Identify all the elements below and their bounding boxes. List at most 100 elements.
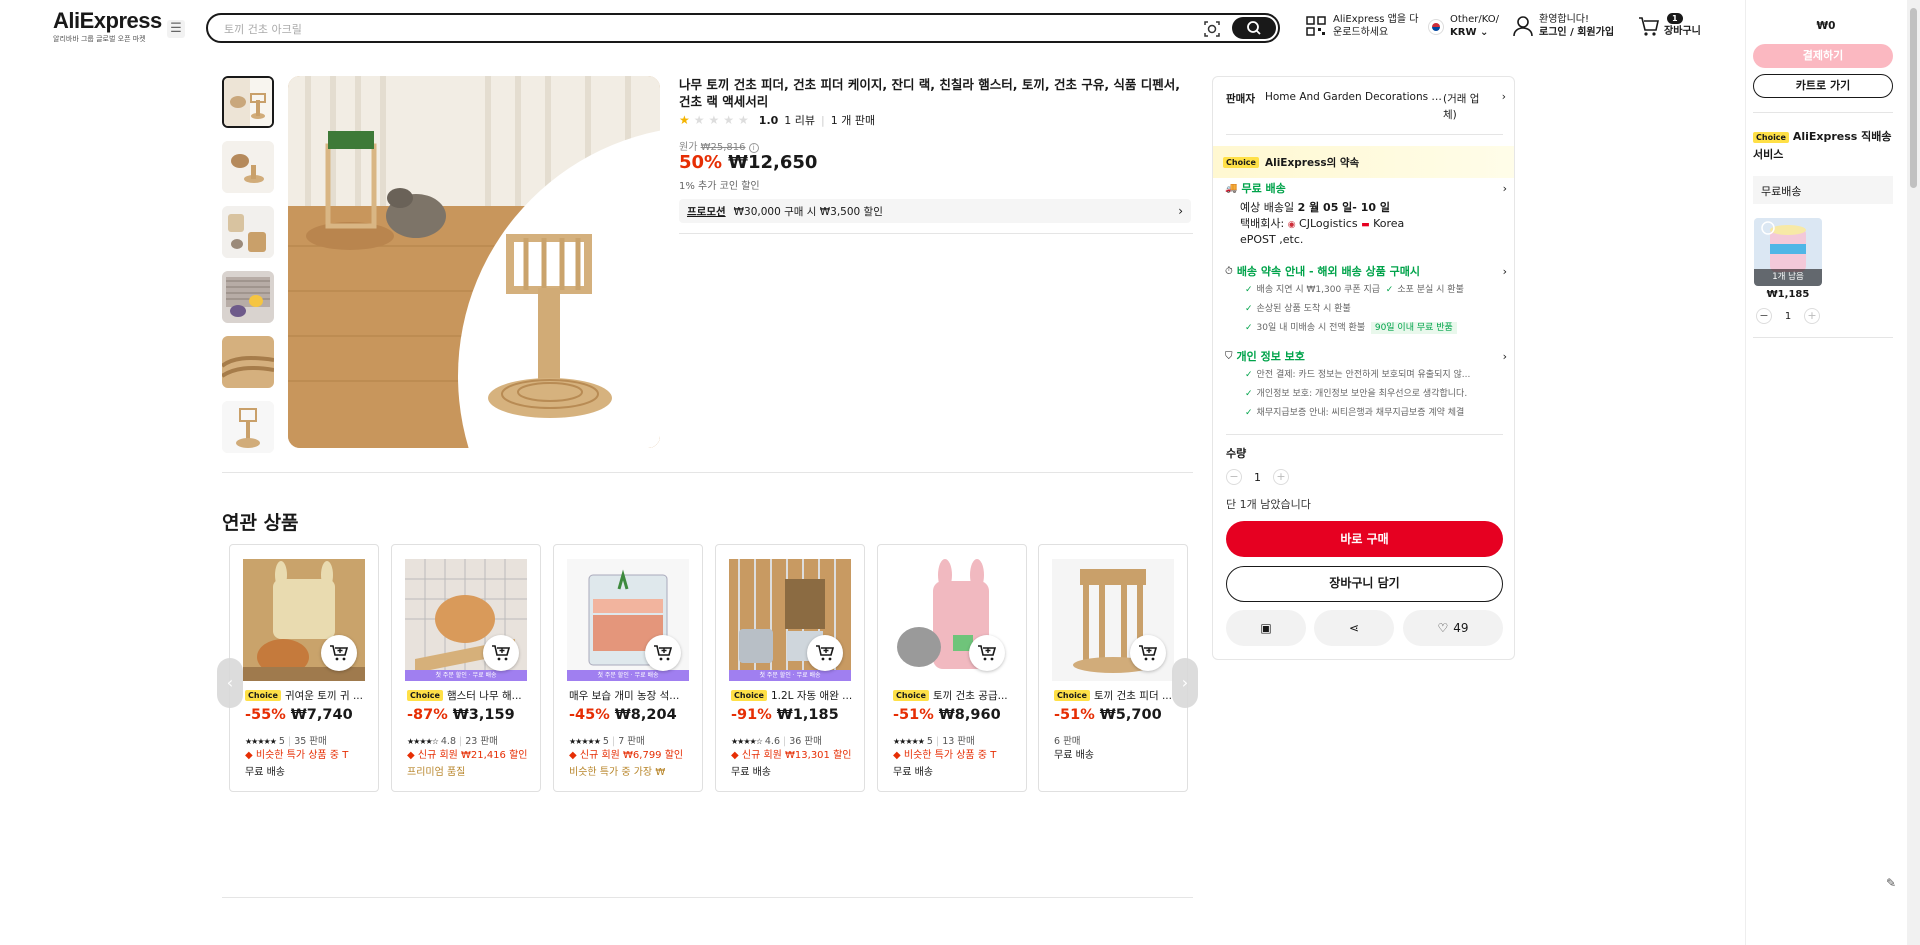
minus-button[interactable]: −	[1756, 308, 1772, 324]
share-button[interactable]: ⋖	[1314, 610, 1394, 646]
qr-code-icon	[1306, 16, 1326, 36]
shipping-tag: 비슷한 특가 중 가장 ₩	[569, 767, 666, 778]
app-line-2: 운로드하세요	[1333, 27, 1389, 38]
product-image[interactable]: 첫 주문 할인 · 무료 배송	[405, 559, 527, 681]
add-to-cart-button[interactable]: 장바구니 담기	[1226, 566, 1503, 602]
search-button[interactable]	[1232, 17, 1276, 39]
related-product-card[interactable]: Choice 귀여운 토끼 귀 ... -55% ₩7,740 ★★★★★ 5 | 3…	[229, 544, 379, 792]
seller-label: 판매자	[1226, 93, 1255, 105]
minus-button[interactable]: −	[1226, 469, 1242, 485]
privacy-item: 안전 결제: 카드 정보는 안전하게 보호되며 유출되지 않...	[1256, 370, 1471, 380]
add-to-cart-icon[interactable]	[645, 635, 681, 671]
quantity-label: 수량	[1226, 447, 1247, 460]
shield-icon: ⛉	[1225, 350, 1233, 362]
currency: KRW	[1450, 27, 1477, 38]
cart-count-badge: 1	[1667, 13, 1683, 24]
search-bar	[206, 13, 1280, 43]
product-price: ₩5,700	[1099, 707, 1162, 723]
related-products-title: 연관 상품	[222, 512, 299, 534]
product-image[interactable]	[1052, 559, 1174, 681]
seller-row[interactable]: 판매자 Home And Garden Decorations S... (거래…	[1226, 91, 1506, 123]
ship-est-date: 2 월 05 일- 10 일	[1297, 201, 1390, 214]
choice-promise-bar: Choice AliExpress의 약속	[1213, 146, 1514, 178]
related-product-card[interactable]: 첫 주문 할인 · 무료 배송 Choice 햄스터 나무 해... -87% ₩3,…	[391, 544, 541, 792]
free-shipping-label: 무료배송	[1753, 176, 1893, 204]
product-image[interactable]	[243, 559, 365, 681]
shipping-section[interactable]: 🚚 무료 배송 › 예상 배송일 2 월 05 일- 10 일 택배회사: ◉ CJ…	[1225, 180, 1507, 247]
quantity-stepper: − 1 +	[1226, 469, 1289, 485]
deal-tag-text: 비슷한 특가 상품 중 T	[903, 750, 997, 761]
search-input[interactable]	[224, 20, 1184, 38]
related-product-card[interactable]: Choice 토끼 건초 피더 ... -51% ₩5,700 6 판매 무료 배송	[1038, 544, 1188, 792]
carousel-next-button[interactable]: ›	[1172, 658, 1198, 708]
related-product-card[interactable]: 첫 주문 할인 · 무료 배송 Choice 1.2L 자동 애완 ... -91% …	[715, 544, 865, 792]
chevron-right-icon: ›	[1501, 91, 1506, 103]
shipping-tag: 무료 배송	[245, 767, 285, 778]
store-button[interactable]: ▣	[1226, 610, 1306, 646]
product-image[interactable]	[891, 559, 1013, 681]
checkout-button[interactable]: 결제하기	[1753, 44, 1893, 68]
courier-label: 택배회사:	[1240, 217, 1285, 230]
product-name: 1.2L 자동 애완 ...	[770, 690, 853, 702]
header: AliExpress 알리바바 그룹 글로벌 오픈 마켓 ☰ AliExpres…	[0, 0, 1745, 56]
product-name: 햄스터 나무 해...	[446, 690, 522, 702]
thumbnail-3[interactable]	[222, 206, 274, 258]
thumbnail-5[interactable]	[222, 336, 274, 388]
chevron-down-icon: ⌄	[1479, 27, 1489, 38]
logo-subtitle: 알리바바 그룹 글로벌 오픈 마켓	[53, 35, 146, 43]
share-icon: ⋖	[1348, 621, 1360, 635]
product-image[interactable]: 첫 주문 할인 · 무료 배송	[567, 559, 689, 681]
add-to-cart-icon[interactable]	[969, 635, 1005, 671]
add-to-cart-icon[interactable]	[807, 635, 843, 671]
product-image[interactable]: 첫 주문 할인 · 무료 배송	[729, 559, 851, 681]
edit-icon[interactable]: ✎	[1886, 876, 1896, 890]
add-to-cart-icon[interactable]	[321, 635, 357, 671]
privacy-section[interactable]: ⛉ 개인 정보 보호 › ✓ 안전 결제: 카드 정보는 안전하게 보호되며 유출되지…	[1225, 348, 1507, 423]
privacy-item: 채무지급보증 안내: 씨티은행과 채무지급보증 계약 체결	[1256, 408, 1465, 418]
plus-button[interactable]: +	[1804, 308, 1820, 324]
thumbnail-1[interactable]	[222, 76, 274, 128]
scrollbar-thumb[interactable]	[1910, 8, 1917, 188]
aliexpress-logo[interactable]: AliExpress 알리바바 그룹 글로벌 오픈 마켓	[53, 9, 162, 44]
plus-button[interactable]: +	[1273, 469, 1289, 485]
related-product-card[interactable]: 첫 주문 할인 · 무료 배송 매우 보습 개미 농장 석... -45% ₩8,2…	[553, 544, 703, 792]
shipping-tag: 무료 배송	[893, 767, 933, 778]
rating-row[interactable]: ★★★★★ 1.0 1 리뷰 | 1 개 판매	[679, 112, 875, 128]
add-to-cart-icon[interactable]	[483, 635, 519, 671]
delivery-promise-section[interactable]: ⏱ 배송 약속 안내 - 해외 배송 상품 구매시 › ✓ 배송 지연 시 ₩1,30…	[1225, 263, 1507, 338]
courier-name-3: ePOST ,etc.	[1240, 233, 1304, 246]
thumbnail-4[interactable]	[222, 271, 274, 323]
related-product-card[interactable]: Choice 토끼 건초 공급... -51% ₩8,960 ★★★★★ 5 | 13…	[877, 544, 1027, 792]
shipping-tag: 무료 배송	[731, 767, 771, 778]
shipping-tag: 무료 배송	[1054, 750, 1094, 761]
carousel-prev-button[interactable]: ‹	[217, 658, 243, 708]
app-line-1: AliExpress 앱을 다	[1333, 14, 1419, 25]
divider	[1753, 337, 1893, 338]
mini-cart-panel: ₩0 결제하기 카트로 가기 Choice AliExpress 직배송 서비스…	[1745, 0, 1905, 945]
go-to-cart-button[interactable]: 카트로 가기	[1753, 74, 1893, 98]
promotion-bar[interactable]: 프로모션 ₩30,000 구매 시 ₩3,500 할인 ›	[679, 199, 1191, 223]
scrollbar[interactable]	[1907, 0, 1920, 945]
product-price: ₩3,159	[452, 707, 515, 723]
search-icon	[1247, 21, 1261, 35]
check-icon: ✓	[1245, 304, 1253, 314]
cart-item-image[interactable]: 1개 남음	[1754, 218, 1822, 286]
menu-icon[interactable]: ☰	[167, 20, 185, 38]
thumbnail-6[interactable]	[222, 401, 274, 453]
discount-percent: -91%	[731, 707, 772, 723]
original-price: 원가 ₩25,816 i	[679, 138, 759, 153]
price-row: 50% ₩12,650	[679, 152, 817, 173]
promise-item: 배송 지연 시 ₩1,300 쿠폰 지급	[1256, 285, 1381, 295]
courier-flag-icon: ◉	[1287, 220, 1296, 230]
sold-count: 1 개 판매	[830, 114, 876, 127]
image-search-icon[interactable]	[1202, 19, 1222, 39]
deal-tag-text: 비슷한 특가 상품 중 T	[255, 750, 349, 761]
deal-tag: ◆ 신규 회원 ₩13,301 할인	[731, 750, 852, 761]
purchase-panel: 판매자 Home And Garden Decorations S... (거래…	[1212, 76, 1515, 660]
wishlist-button[interactable]: ♡ 49	[1403, 610, 1503, 646]
user-icon	[1513, 16, 1533, 37]
main-product-image[interactable]	[288, 76, 660, 448]
thumbnail-2[interactable]	[222, 141, 274, 193]
add-to-cart-icon[interactable]	[1130, 635, 1166, 671]
buy-now-button[interactable]: 바로 구매	[1226, 521, 1503, 557]
